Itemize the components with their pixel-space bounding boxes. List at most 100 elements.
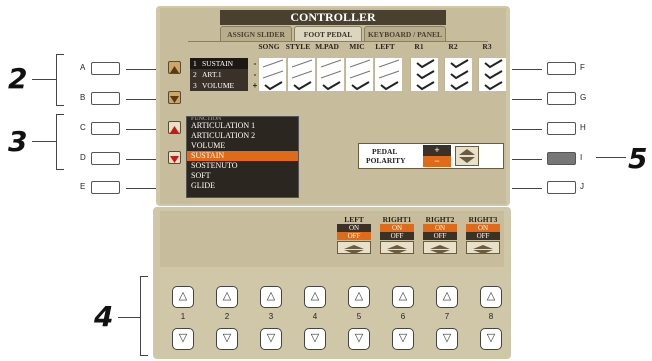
function-list-item[interactable]: SOSTENUTO (187, 161, 298, 171)
function-list[interactable]: FUNCTION ARTICULATION 1 ARTICULATION 2 VOLU… (186, 116, 299, 198)
part-name: RIGHT2 (425, 215, 455, 224)
triangle-down-icon (170, 96, 179, 103)
check-cell[interactable] (258, 58, 286, 69)
check-cell[interactable] (410, 58, 438, 69)
check-cell[interactable] (410, 80, 438, 91)
row-name[interactable]: 2 ART.1 (190, 69, 248, 80)
side-button-label: F (580, 63, 585, 72)
check-cell[interactable] (287, 80, 315, 91)
part-toggle[interactable]: ON OFF (337, 224, 371, 254)
column-header: R3 (482, 42, 492, 51)
down-button-5[interactable]: ▽ (348, 328, 370, 350)
check-cell[interactable] (444, 80, 472, 91)
part-toggle[interactable]: ON OFF (466, 224, 500, 254)
row-name[interactable]: 3 VOLUME (190, 80, 248, 91)
tab-assign-slider[interactable]: ASSIGN SLIDER (220, 26, 292, 41)
column-header: R2 (448, 42, 458, 51)
up-down-control[interactable] (423, 241, 457, 254)
check-cell[interactable] (345, 69, 373, 80)
part-toggle[interactable]: ON OFF (423, 224, 457, 254)
side-button-j[interactable] (547, 181, 576, 194)
check-cell[interactable] (316, 69, 344, 80)
down-button-3[interactable]: ▽ (260, 328, 282, 350)
down-button-4[interactable]: ▽ (304, 328, 326, 350)
down-button-6[interactable]: ▽ (392, 328, 414, 350)
check-cell[interactable] (258, 80, 286, 91)
check-cell[interactable] (374, 80, 402, 91)
callout-2-bracket-bottom (56, 105, 64, 106)
up-button-3[interactable]: △ (260, 286, 282, 308)
button-number: 8 (488, 312, 494, 321)
tab-foot-pedal[interactable]: FOOT PEDAL (294, 26, 362, 42)
up-down-control[interactable] (466, 241, 500, 254)
button-connector (512, 159, 542, 160)
screen-title: CONTROLLER (220, 10, 446, 25)
part-toggle[interactable]: ON OFF (380, 224, 414, 254)
tab-keyboard-panel[interactable]: KEYBOARD / PANEL (364, 26, 446, 41)
function-list-item[interactable]: SUSTAIN (187, 151, 298, 161)
check-cell[interactable] (374, 58, 402, 69)
triangle-up-icon (170, 66, 179, 73)
dash-icon (262, 59, 284, 68)
check-cell[interactable] (444, 69, 472, 80)
check-cell[interactable] (345, 80, 373, 91)
down-button-1[interactable]: ▽ (172, 328, 194, 350)
up-down-control[interactable] (337, 241, 371, 254)
check-cell[interactable] (478, 80, 506, 91)
side-button-a[interactable] (91, 62, 120, 75)
function-list-item[interactable]: GLIDE (187, 181, 298, 191)
check-cell[interactable] (444, 58, 472, 69)
checkmark-icon (322, 81, 341, 91)
check-cell[interactable] (478, 58, 506, 69)
check-cell[interactable] (287, 69, 315, 80)
callout-4: 4 (94, 300, 114, 333)
function-list-item[interactable]: VOLUME (187, 141, 298, 151)
check-cell[interactable] (478, 69, 506, 80)
check-cell[interactable] (410, 69, 438, 80)
up-button-7[interactable]: △ (436, 286, 458, 308)
polarity-toggle[interactable] (455, 146, 479, 166)
check-cell[interactable] (345, 58, 373, 69)
on-label: ON (466, 224, 500, 232)
check-cell[interactable] (258, 69, 286, 80)
part-name: LEFT (344, 215, 364, 224)
down-button-8[interactable]: ▽ (480, 328, 502, 350)
up-button-4[interactable]: △ (304, 286, 326, 308)
list-up-button[interactable] (168, 121, 181, 134)
row-up-button[interactable] (168, 61, 181, 74)
function-list-item[interactable]: ARTICULATION 1 (187, 121, 298, 131)
up-button-2[interactable]: △ (216, 286, 238, 308)
side-button-b[interactable] (91, 92, 120, 105)
off-label: OFF (423, 232, 457, 240)
button-connector (512, 69, 542, 70)
up-button-8[interactable]: △ (480, 286, 502, 308)
callout-3: 3 (8, 125, 28, 158)
side-button-h[interactable] (547, 122, 576, 135)
function-list-item[interactable]: SOFT (187, 171, 298, 181)
check-cell[interactable] (316, 58, 344, 69)
side-button-f[interactable] (547, 62, 576, 75)
button-number: 1 (180, 312, 186, 321)
side-button-d[interactable] (91, 152, 120, 165)
side-button-i[interactable] (547, 152, 576, 165)
check-cell[interactable] (374, 69, 402, 80)
up-down-control[interactable] (380, 241, 414, 254)
function-list-item[interactable]: ARTICULATION 2 (187, 131, 298, 141)
down-button-2[interactable]: ▽ (216, 328, 238, 350)
side-button-label: D (80, 153, 86, 162)
row-name[interactable]: 1 SUSTAIN (190, 58, 248, 69)
on-label: ON (337, 224, 371, 232)
side-button-g[interactable] (547, 92, 576, 105)
down-button-7[interactable]: ▽ (436, 328, 458, 350)
row-down-button[interactable] (168, 91, 181, 104)
list-down-button[interactable] (168, 151, 181, 164)
up-button-6[interactable]: △ (392, 286, 414, 308)
check-cell[interactable] (316, 80, 344, 91)
side-button-c[interactable] (91, 122, 120, 135)
up-button-5[interactable]: △ (348, 286, 370, 308)
check-cell[interactable] (287, 58, 315, 69)
row-number: 2 (193, 70, 197, 79)
up-button-1[interactable]: △ (172, 286, 194, 308)
side-button-e[interactable] (91, 181, 120, 194)
callout-3-bracket-top (56, 114, 64, 115)
